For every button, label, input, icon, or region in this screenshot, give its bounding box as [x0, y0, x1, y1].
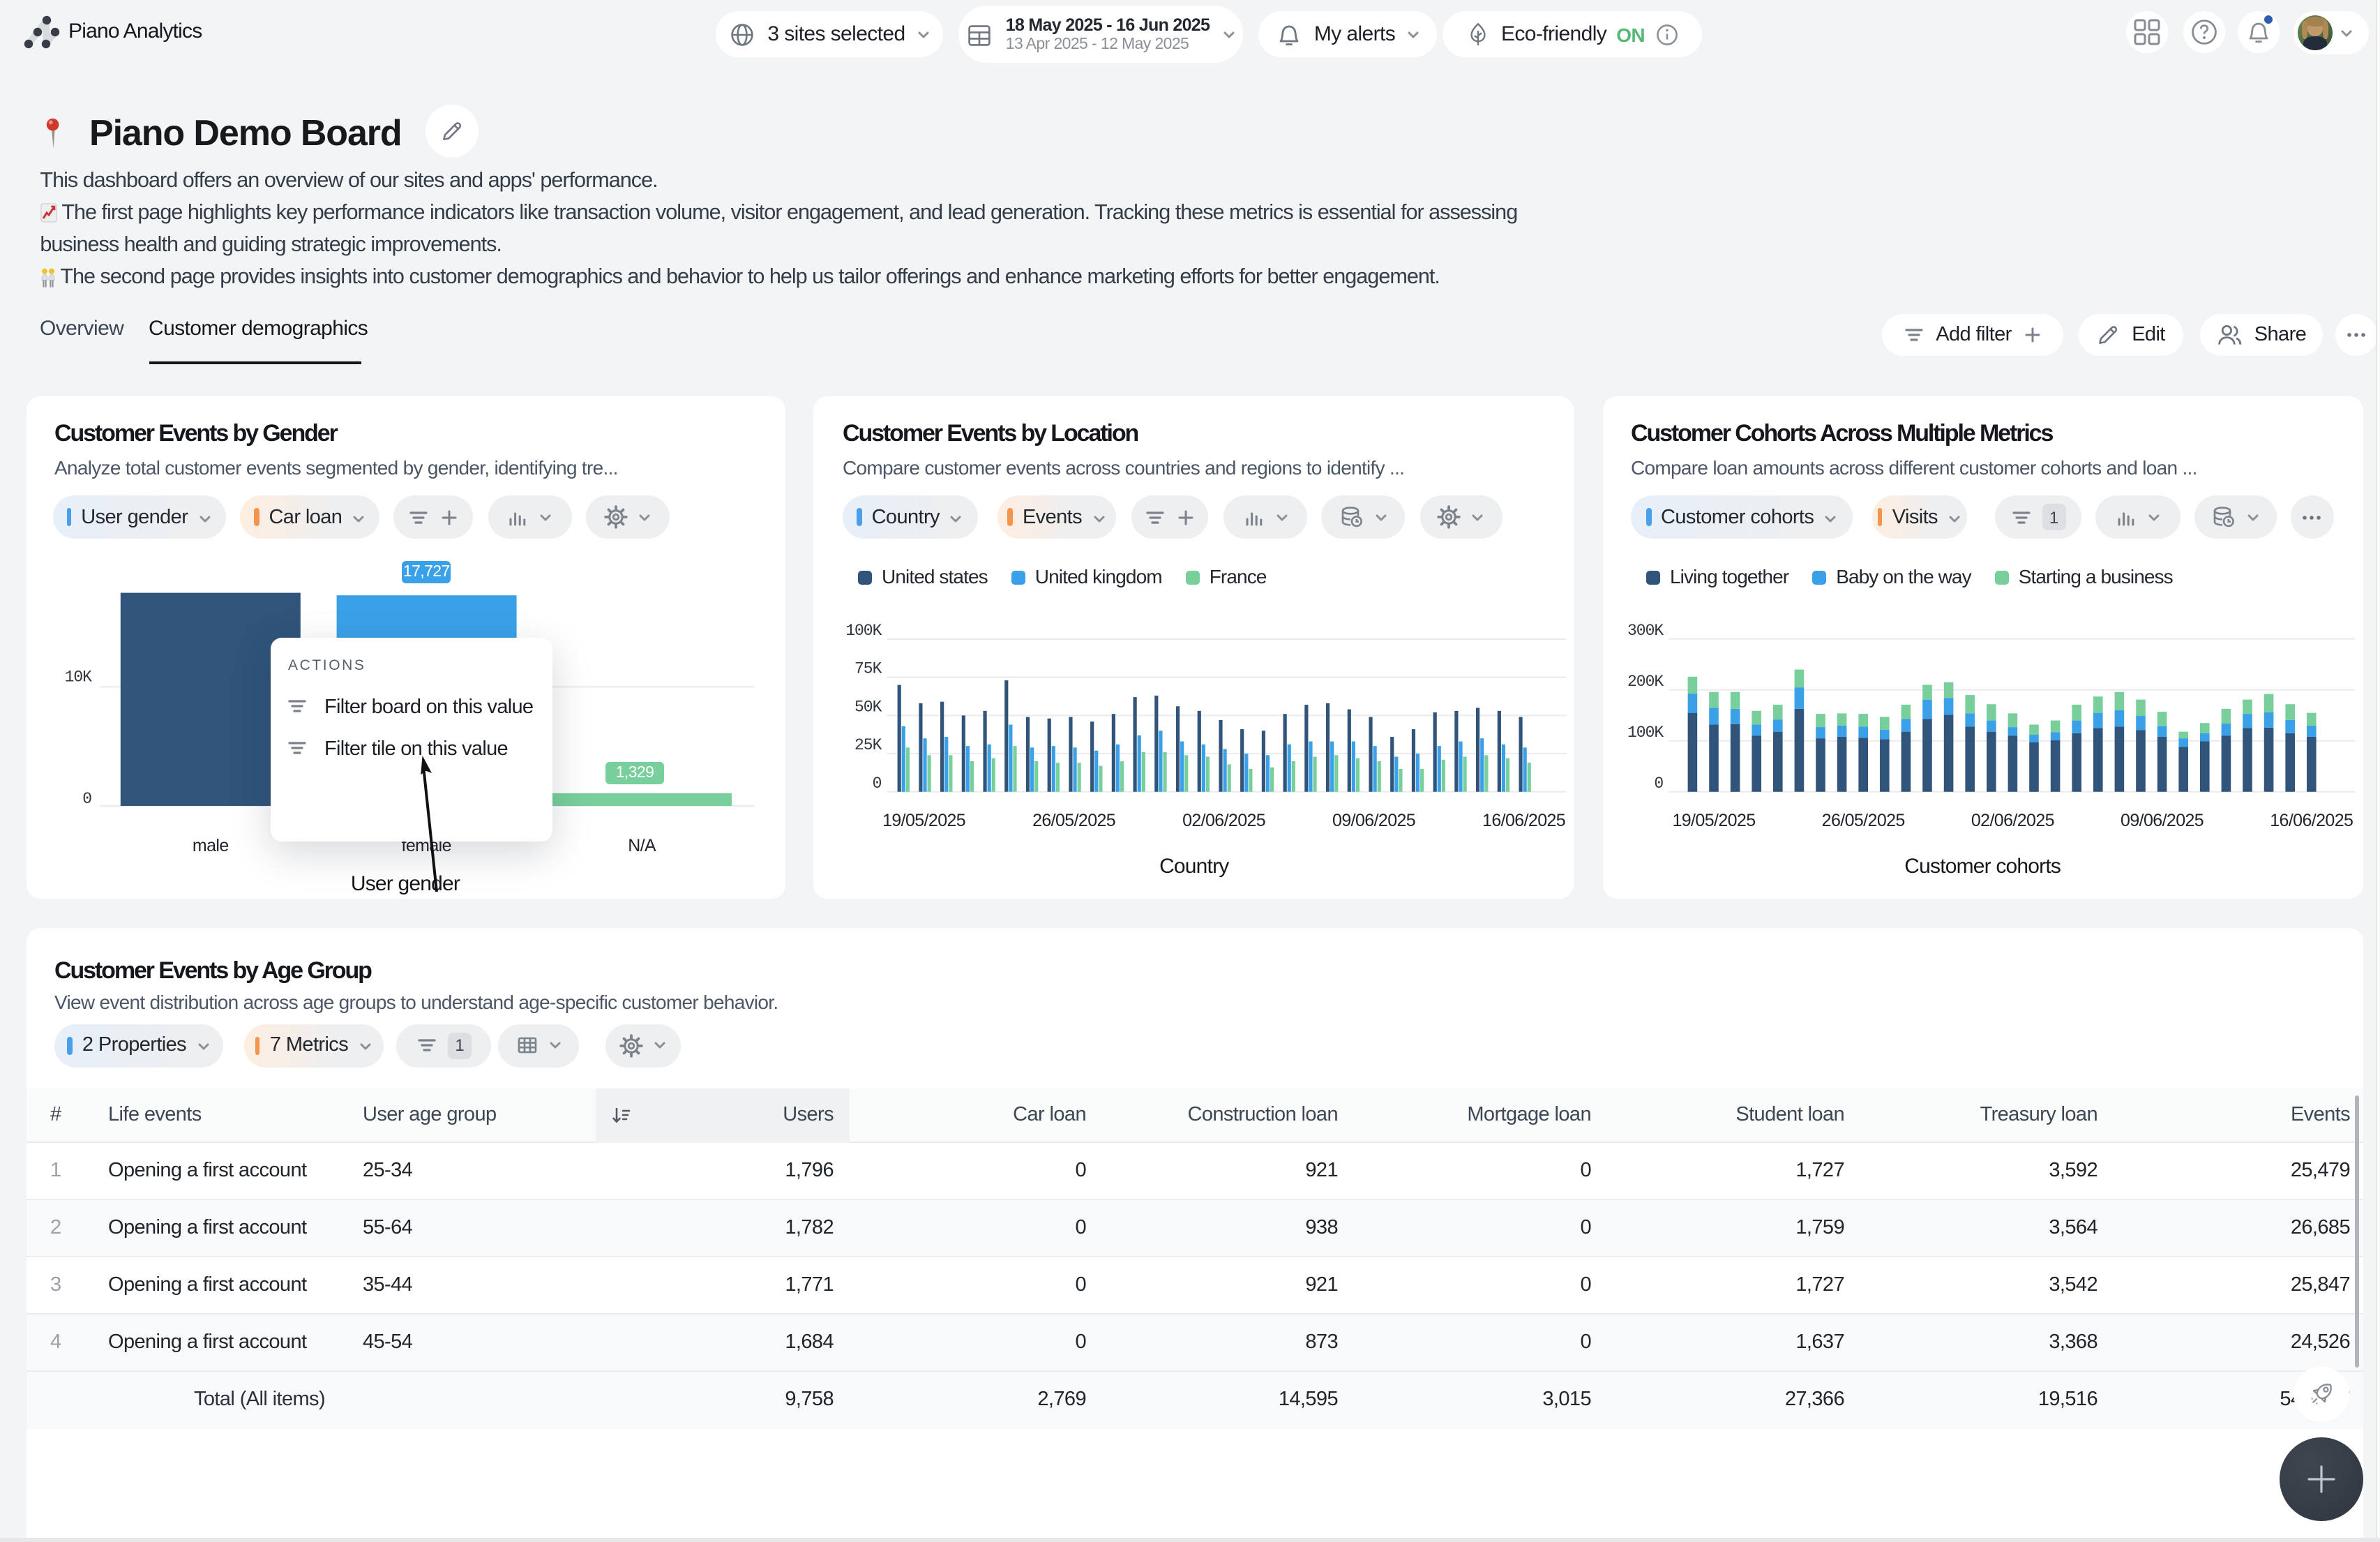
svg-text:19/05/2025: 19/05/2025 — [1672, 811, 1755, 830]
svg-text:Customer cohorts: Customer cohorts — [1904, 855, 2061, 878]
svg-text:100K: 100K — [1627, 724, 1664, 742]
svg-text:09/06/2025: 09/06/2025 — [1333, 811, 1416, 830]
svg-text:50K: 50K — [855, 698, 883, 716]
svg-text:0: 0 — [873, 774, 882, 793]
svg-text:10K: 10K — [64, 668, 92, 686]
svg-text:100K: 100K — [846, 622, 882, 640]
svg-text:26/05/2025: 26/05/2025 — [1033, 811, 1116, 830]
svg-text:19/05/2025: 19/05/2025 — [883, 811, 966, 830]
svg-text:16/06/2025: 16/06/2025 — [2270, 811, 2353, 830]
svg-text:Country: Country — [1160, 855, 1230, 878]
svg-text:26/05/2025: 26/05/2025 — [1821, 811, 1904, 830]
svg-text:02/06/2025: 02/06/2025 — [1971, 811, 2054, 830]
svg-text:02/06/2025: 02/06/2025 — [1183, 811, 1266, 830]
svg-text:0: 0 — [82, 790, 91, 808]
svg-text:75K: 75K — [855, 660, 883, 678]
svg-text:09/06/2025: 09/06/2025 — [2121, 811, 2204, 830]
svg-text:male: male — [192, 836, 228, 855]
svg-text:25K: 25K — [855, 736, 883, 754]
svg-text:N/A: N/A — [628, 836, 656, 855]
svg-text:16/06/2025: 16/06/2025 — [1483, 811, 1566, 830]
svg-text:0: 0 — [1654, 774, 1663, 793]
svg-text:300K: 300K — [1627, 622, 1664, 640]
svg-text:200K: 200K — [1627, 673, 1664, 691]
